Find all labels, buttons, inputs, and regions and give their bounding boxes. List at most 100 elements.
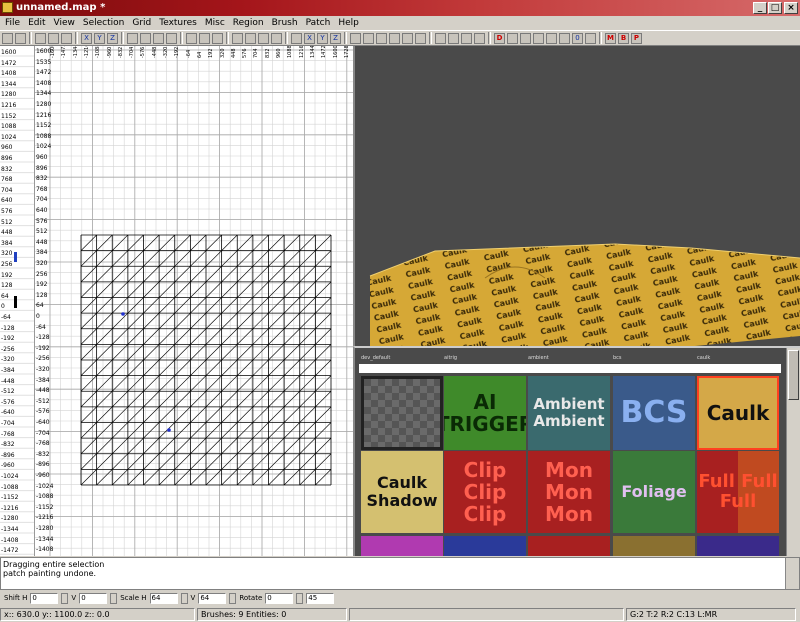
rotate-spinner[interactable] [296,592,304,604]
scale-v-field[interactable]: 64 [198,592,227,604]
select-faces-icon[interactable] [350,32,361,44]
flip-y-icon[interactable] [48,32,59,44]
minimize-button[interactable]: _ [753,2,767,14]
z-ruler-tick: -256 [1,345,15,353]
texture-scrollbar[interactable] [786,348,800,556]
console-scrollbar[interactable] [785,558,799,589]
csg-subtract-icon[interactable] [186,32,197,44]
shift-h-spinner[interactable] [61,592,69,604]
texture-tile-bcs[interactable]: BCS [613,376,695,450]
texture-tile-clip[interactable]: Clip Clip Clip [444,451,526,533]
maximize-button[interactable]: □ [768,2,782,14]
model-icon[interactable]: B [618,32,629,44]
status-bar: x:: 630.0 y:: 1100.0 z:: 0.0 Brushes: 9 … [0,606,800,622]
rotate-step-field[interactable]: 45 [306,592,335,604]
camera-view[interactable]: Caulk [353,46,800,346]
menu-view[interactable]: View [51,18,80,28]
weld-icon[interactable] [559,32,570,44]
shift-v-spinner[interactable] [110,592,118,604]
menu-brush[interactable]: Brush [269,18,303,28]
toolbar-separator [180,32,183,44]
rotate-field[interactable]: 0 [265,592,294,604]
menu-region[interactable]: Region [230,18,269,28]
scale-h-spinner[interactable] [180,592,188,604]
z-ruler-tick: -512 [1,388,15,396]
z-ruler-tick: 128 [1,282,13,290]
texture-tile-clip-nosight[interactable]: Clip [528,536,610,556]
texture-tile-clip-nosight-metal[interactable]: Clip [697,536,779,556]
rotate-y-icon[interactable]: Y [94,32,105,44]
scale-icon[interactable] [389,32,400,44]
menu-grid[interactable]: Grid [129,18,156,28]
menu-file[interactable]: File [2,18,25,28]
flip-z-icon[interactable] [61,32,72,44]
clipper-icon[interactable] [232,32,243,44]
view-z-icon[interactable]: Z [330,32,341,44]
menu-misc[interactable]: Misc [202,18,230,28]
texture-tile-ambient[interactable]: Ambient Ambient [528,376,610,450]
path-icon[interactable]: P [631,32,642,44]
menu-textures[interactable]: Textures [156,18,202,28]
z-ruler-tick: -1024 [1,473,19,480]
patch-bend-icon[interactable] [507,32,518,44]
rotate-x-icon[interactable]: X [81,32,92,44]
select-complete-icon[interactable] [127,32,138,44]
cubic-clip-icon[interactable] [258,32,269,44]
view-y-icon[interactable]: Y [317,32,328,44]
csg-hollow-icon[interactable] [199,32,210,44]
camera-icon[interactable] [271,32,282,44]
texture-tile-clip-nosight-dirt[interactable]: Clip [613,536,695,556]
texture-tile-dev-default[interactable] [361,376,443,450]
close-button[interactable]: × [784,2,798,14]
texture-tile-caulk[interactable]: Caulk [697,376,779,450]
menu-edit[interactable]: Edit [25,18,50,28]
scrollbar-thumb[interactable] [788,350,799,400]
texture-tile-clip-full[interactable]: Full Full Full [697,451,779,533]
z-ruler-tick: -1344 [1,526,19,533]
show-lights-icon[interactable] [435,32,446,44]
flip-x-icon[interactable] [35,32,46,44]
menu-selection[interactable]: Selection [80,18,129,28]
drag-edges-icon[interactable] [363,32,374,44]
texture-tile-clip-metal[interactable]: CLIP METAL [361,536,443,556]
shift-v-field[interactable]: 0 [79,592,108,604]
z-ruler-tick: 256 [1,261,13,268]
texture-tile-clip-ai[interactable]: Mon Mon Mon [528,451,610,533]
select-partial-icon[interactable] [153,32,164,44]
patch-delete-icon[interactable] [533,32,544,44]
entity-icon[interactable]: M [605,32,616,44]
select-touching-icon[interactable] [140,32,151,44]
drag-vertices-icon[interactable] [376,32,387,44]
texture-tile-clip-missile[interactable]: Missile [444,536,526,556]
change-view-icon[interactable] [245,32,256,44]
drill-icon[interactable]: 0 [572,32,583,44]
scale-h-field[interactable]: 64 [149,592,178,604]
texture-browser[interactable]: dev_defaultaitrigambientbcscaulkcaulk_sh… [353,346,800,556]
select-inside-icon[interactable] [166,32,177,44]
save-icon[interactable] [15,32,26,44]
rotate-icon[interactable] [402,32,413,44]
menu-help[interactable]: Help [335,18,364,28]
shift-h-field[interactable]: 0 [30,592,59,604]
detail-icon[interactable]: D [494,32,505,44]
cap-icon[interactable] [546,32,557,44]
patch-texture-icon[interactable] [585,32,596,44]
z-ruler-tick: 1216 [1,102,17,109]
view-x-icon[interactable]: X [304,32,315,44]
patch-icon[interactable] [415,32,426,44]
texture-tile-aitrig[interactable]: AI TRIGGER [444,376,526,450]
scale-v-spinner[interactable] [229,592,237,604]
csg-merge-icon[interactable] [212,32,223,44]
xy-view[interactable]: 1600 1535 1472 1408 1344 1280 1216 1152 1088 1024… [35,46,353,556]
texture-tile-caulk-shadow[interactable]: Caulk Shadow [361,451,443,533]
caulk-icon[interactable] [474,32,485,44]
open-icon[interactable] [2,32,13,44]
texture-tile-clip-foliage[interactable]: Foliage [613,451,695,533]
z-view[interactable]: 1600 1472 1408 1344 1280 1216 1152 1088 1024 960 8… [0,46,35,556]
brush-icon[interactable] [461,32,472,44]
patch-insert-icon[interactable] [520,32,531,44]
rotate-z-icon[interactable]: Z [107,32,118,44]
show-entities-icon[interactable] [448,32,459,44]
texture-lock-icon[interactable] [291,32,302,44]
menu-patch[interactable]: Patch [303,18,336,28]
